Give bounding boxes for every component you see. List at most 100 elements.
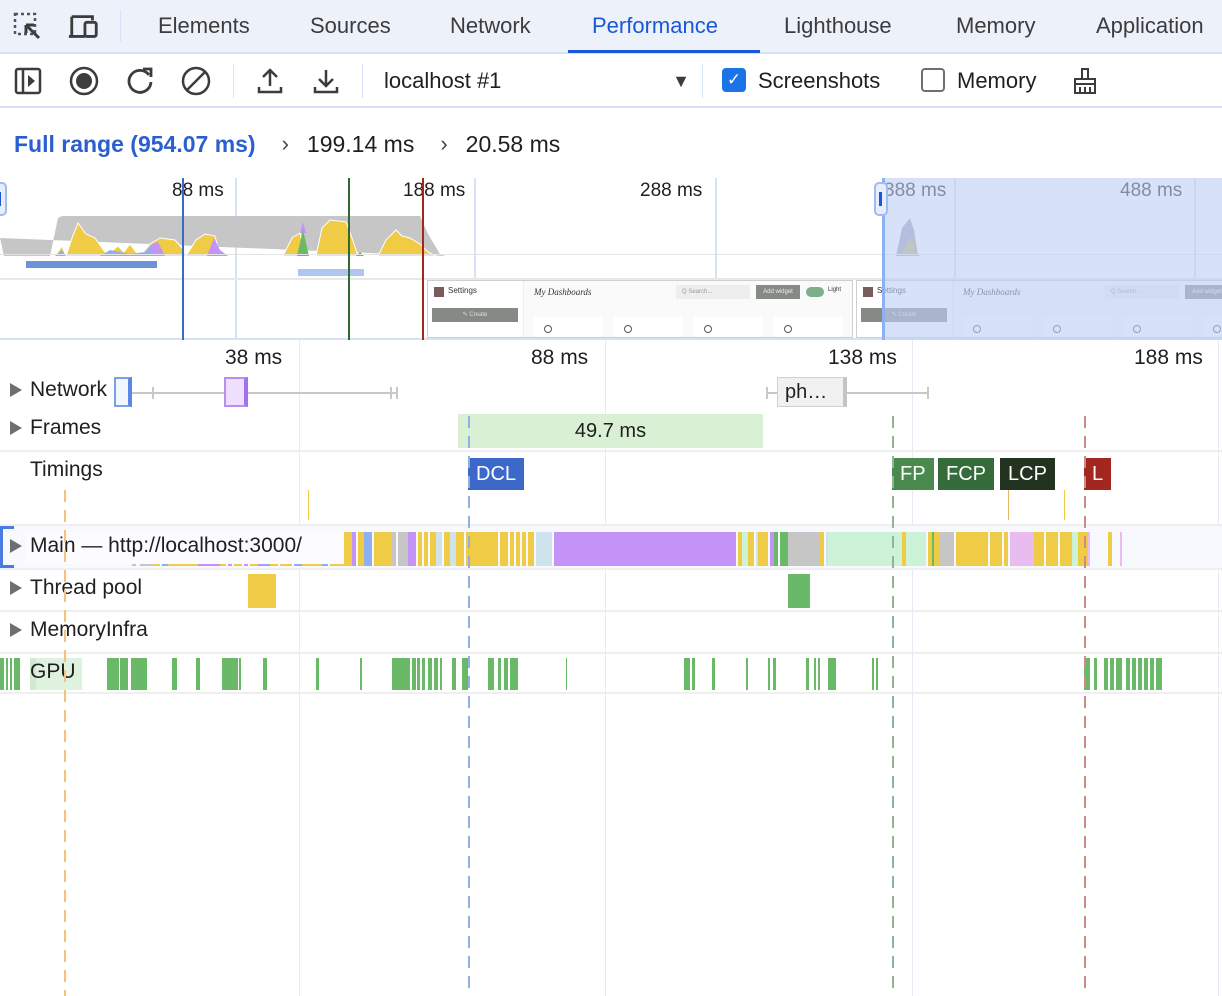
- gpu-task[interactable]: [131, 658, 147, 690]
- main-thread-task[interactable]: [522, 532, 526, 566]
- gpu-task[interactable]: [814, 658, 816, 690]
- gpu-task[interactable]: [440, 658, 442, 690]
- reload-record-button[interactable]: [123, 64, 157, 98]
- gpu-task[interactable]: [1104, 658, 1108, 690]
- main-thread-task[interactable]: [536, 532, 552, 566]
- main-thread-task[interactable]: [408, 532, 416, 566]
- gpu-task[interactable]: [876, 658, 878, 690]
- timing-fp[interactable]: FP: [892, 458, 934, 490]
- main-thread-task[interactable]: [364, 532, 372, 566]
- expand-triangle-icon[interactable]: [10, 539, 22, 553]
- tab-sources[interactable]: Sources: [310, 0, 391, 52]
- gpu-task[interactable]: [1156, 658, 1162, 690]
- main-thread-task[interactable]: [1078, 532, 1088, 566]
- gpu-task[interactable]: [1094, 658, 1097, 690]
- gpu-task[interactable]: [488, 658, 494, 690]
- tab-network[interactable]: Network: [450, 0, 531, 52]
- main-thread-task[interactable]: [1034, 532, 1044, 566]
- main-thread-task[interactable]: [906, 532, 926, 566]
- gpu-task[interactable]: [6, 658, 8, 690]
- track-memory-infra[interactable]: MemoryInfra: [10, 618, 148, 642]
- main-thread-task[interactable]: [424, 532, 428, 566]
- overview-right-handle[interactable]: [874, 182, 888, 216]
- main-thread-task[interactable]: [1064, 532, 1072, 566]
- tab-memory[interactable]: Memory: [956, 0, 1035, 52]
- main-thread-task[interactable]: [486, 532, 498, 566]
- gpu-task[interactable]: [222, 658, 238, 690]
- main-thread-task[interactable]: [748, 532, 754, 566]
- gpu-task[interactable]: [422, 658, 425, 690]
- gpu-task[interactable]: [196, 658, 200, 690]
- timeline-overview[interactable]: 88 ms 188 ms 288 ms 388 ms 488 ms Settin…: [0, 178, 1222, 340]
- gpu-task[interactable]: [120, 658, 128, 690]
- gpu-task[interactable]: [452, 658, 456, 690]
- main-thread-task[interactable]: [398, 532, 408, 566]
- screenshots-label[interactable]: Screenshots: [758, 64, 880, 98]
- gpu-task[interactable]: [428, 658, 432, 690]
- main-thread-task[interactable]: [352, 532, 356, 566]
- gpu-task[interactable]: [498, 658, 501, 690]
- gpu-task[interactable]: [0, 658, 4, 690]
- inspect-element-icon[interactable]: [12, 12, 44, 42]
- network-request-bar[interactable]: ph…: [777, 377, 847, 407]
- track-main[interactable]: Main — http://localhost:3000/: [10, 534, 302, 558]
- gpu-task[interactable]: [14, 658, 20, 690]
- gpu-task[interactable]: [504, 658, 508, 690]
- timing-lcp[interactable]: LCP: [1000, 458, 1055, 490]
- main-thread-task[interactable]: [472, 532, 486, 566]
- main-thread-task[interactable]: [940, 532, 954, 566]
- main-thread-task[interactable]: [436, 532, 442, 566]
- main-thread-task[interactable]: [788, 532, 820, 566]
- gpu-task[interactable]: [768, 658, 770, 690]
- track-thread-pool[interactable]: Thread pool: [10, 576, 142, 600]
- gpu-task[interactable]: [412, 658, 416, 690]
- toggle-sidebar-button[interactable]: [11, 64, 45, 98]
- main-thread-task[interactable]: [510, 532, 514, 566]
- gpu-task[interactable]: [818, 658, 820, 690]
- gpu-task[interactable]: [1126, 658, 1130, 690]
- gpu-task[interactable]: [828, 658, 836, 690]
- breadcrumb-range-3[interactable]: 20.58 ms: [466, 131, 561, 158]
- timing-dcl[interactable]: DCL: [468, 458, 525, 490]
- main-thread-task[interactable]: [1120, 532, 1122, 566]
- track-gpu[interactable]: GPU: [30, 660, 76, 684]
- main-thread-task[interactable]: [828, 532, 902, 566]
- record-button[interactable]: [67, 64, 101, 98]
- gpu-task[interactable]: [1132, 658, 1136, 690]
- gpu-task[interactable]: [1138, 658, 1142, 690]
- gpu-task[interactable]: [434, 658, 438, 690]
- main-thread-task[interactable]: [392, 532, 396, 566]
- target-select[interactable]: localhost #1 ▼: [384, 64, 694, 98]
- gpu-task[interactable]: [773, 658, 776, 690]
- flame-chart[interactable]: 38 ms 88 ms 138 ms 188 ms ph… Network 49…: [0, 340, 1222, 996]
- tab-performance[interactable]: Performance: [592, 0, 718, 52]
- main-thread-task[interactable]: [384, 532, 392, 566]
- gpu-task[interactable]: [872, 658, 874, 690]
- tab-application[interactable]: Application: [1096, 0, 1204, 52]
- frame-bar[interactable]: 49.7 ms: [458, 414, 763, 448]
- breadcrumb-full-range[interactable]: Full range (954.07 ms): [14, 131, 256, 158]
- load-profile-button[interactable]: [253, 64, 287, 98]
- thread-pool-task[interactable]: [788, 574, 810, 608]
- expand-triangle-icon[interactable]: [10, 623, 22, 637]
- save-profile-button[interactable]: [309, 64, 343, 98]
- gpu-task[interactable]: [1116, 658, 1122, 690]
- main-thread-task[interactable]: [1088, 532, 1090, 566]
- tab-elements[interactable]: Elements: [158, 0, 250, 52]
- overview-selection[interactable]: [882, 178, 1222, 340]
- gpu-task[interactable]: [1144, 658, 1148, 690]
- gpu-task[interactable]: [806, 658, 809, 690]
- track-frames[interactable]: Frames: [10, 416, 101, 440]
- main-thread-task[interactable]: [554, 532, 736, 566]
- gpu-task[interactable]: [417, 658, 420, 690]
- main-thread-task[interactable]: [990, 532, 1002, 566]
- gpu-task[interactable]: [684, 658, 690, 690]
- track-network[interactable]: Network: [10, 378, 107, 402]
- gpu-task[interactable]: [692, 658, 695, 690]
- expand-triangle-icon[interactable]: [10, 421, 22, 435]
- gpu-task[interactable]: [316, 658, 319, 690]
- gpu-task[interactable]: [712, 658, 715, 690]
- tab-lighthouse[interactable]: Lighthouse: [784, 0, 892, 52]
- main-thread-task[interactable]: [780, 532, 788, 566]
- network-request-bar[interactable]: [224, 377, 248, 407]
